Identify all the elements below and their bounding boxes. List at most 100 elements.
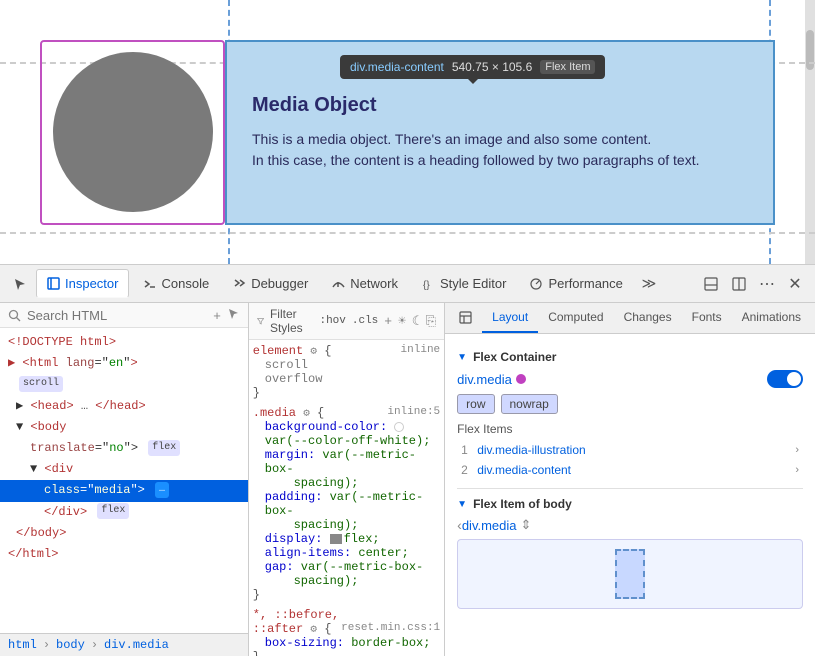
tab-computed[interactable]: Computed <box>538 303 613 333</box>
triangle-icon: ▼ <box>457 352 467 363</box>
add-rule-icon[interactable]: + <box>384 314 392 329</box>
tab-style-editor-label: Style Editor <box>440 276 506 291</box>
media-circle <box>53 52 213 212</box>
tree-item-body-attrs[interactable]: translate="no"> flex <box>0 438 248 459</box>
more-tools-icon[interactable]: ≫ <box>637 272 661 296</box>
cls-toggle[interactable]: .cls <box>352 315 378 327</box>
flex-item-2[interactable]: 2 div.media-content › <box>457 460 803 480</box>
tree-item-html[interactable]: ▶ <html lang="en"> <box>0 353 248 374</box>
layout-content: ▼ Flex Container div.media row nowrap Fl… <box>445 334 815 656</box>
divider <box>457 488 803 489</box>
tree-item-html-close[interactable]: </html> <box>0 544 248 565</box>
devtools-panel: Inspector Console Debugger Network {} St… <box>0 265 815 656</box>
flex-item-of-body-header: ▼ Flex Item of body <box>457 497 803 511</box>
hover-toggle[interactable]: :hov <box>319 315 345 327</box>
flex-item-of-body-label: Flex Item of body <box>473 497 572 511</box>
tab-performance[interactable]: Performance <box>520 270 632 297</box>
tab-inspector[interactable]: Inspector <box>36 269 129 298</box>
flex-container-row: div.media <box>457 370 803 388</box>
tab-network-label: Network <box>350 276 398 291</box>
tree-item-body-close[interactable]: </body> <box>0 523 248 544</box>
flex-toggle[interactable] <box>767 370 803 388</box>
flex-item-2-name: div.media-content <box>477 463 571 477</box>
tree-item-head[interactable]: ▶ <head> … </head> <box>0 396 248 417</box>
flex-item-2-arrow: › <box>795 464 799 476</box>
devtools-toolbar: Inspector Console Debugger Network {} St… <box>0 265 815 303</box>
tree-item-div-close[interactable]: </div> flex <box>0 502 248 523</box>
preview-scrollbar[interactable] <box>805 0 815 265</box>
light-dark-icon[interactable]: ☀ <box>398 314 406 329</box>
tree-item-doctype[interactable]: <!DOCTYPE html> <box>0 332 248 353</box>
flex-select-icon: ⇕ <box>521 517 532 533</box>
pointer-icon[interactable] <box>8 272 32 296</box>
breadcrumb-html[interactable]: html <box>8 638 37 652</box>
search-input[interactable] <box>27 308 207 323</box>
night-icon[interactable]: ☾ <box>412 314 420 329</box>
tab-network[interactable]: Network <box>322 270 408 297</box>
dock-icon[interactable] <box>699 272 723 296</box>
tree-item-body[interactable]: ▼ <body <box>0 417 248 438</box>
tooltip-class: div.media-content <box>350 60 444 74</box>
toolbar-right: ⋯ ✕ <box>699 272 807 296</box>
tooltip-badge: Flex Item <box>540 60 595 74</box>
flex-item-1-arrow: › <box>795 444 799 456</box>
flex-visual <box>457 539 803 609</box>
flex-badges: row nowrap <box>457 394 803 414</box>
overflow-icon[interactable]: ⋯ <box>755 272 779 296</box>
pick-element-icon[interactable] <box>227 307 240 323</box>
css-styles-panel: Filter Styles :hov .cls + ☀ ☾ ⎘ element … <box>249 303 445 656</box>
svg-text:{}: {} <box>423 280 430 290</box>
tab-console[interactable]: Console <box>133 270 219 297</box>
flex-element-label: div.media <box>457 372 526 387</box>
layout-panel: Layout Computed Changes Fonts Animations… <box>445 303 815 656</box>
flex-item-1[interactable]: 1 div.media-illustration › <box>457 440 803 460</box>
tab-layout-icon[interactable] <box>449 304 482 333</box>
media-illustration <box>40 40 225 225</box>
flex-item-1-name: div.media-illustration <box>477 443 586 457</box>
tab-style-editor[interactable]: {} Style Editor <box>412 270 516 297</box>
devtools-main: + <!DOCTYPE html> ▶ <html lang="en"> scr… <box>0 303 815 656</box>
tree-item-div[interactable]: ▼ <div <box>0 459 248 480</box>
tab-changes[interactable]: Changes <box>614 303 682 333</box>
css-content: element ⚙ { inline scroll overflow } .me… <box>249 340 444 656</box>
tab-fonts[interactable]: Fonts <box>682 303 732 333</box>
html-inspector-panel: + <!DOCTYPE html> ▶ <html lang="en"> scr… <box>0 303 249 656</box>
undock-icon[interactable] <box>727 272 751 296</box>
media-heading: Media Object <box>252 94 748 117</box>
filter-icon <box>257 315 264 327</box>
tab-console-label: Console <box>161 276 209 291</box>
breadcrumb-div-media[interactable]: div.media <box>104 638 169 652</box>
tab-debugger[interactable]: Debugger <box>223 270 318 297</box>
css-rule-element: element ⚙ { inline scroll overflow } <box>253 344 440 400</box>
layout-tabs: Layout Computed Changes Fonts Animations <box>445 303 815 334</box>
flex-nav-row: ‹ div.media ⇕ <box>457 517 803 533</box>
search-bar: + <box>0 303 248 328</box>
flex-dot <box>516 374 526 384</box>
tree-item-div-media[interactable]: class="media"> … <box>0 480 248 501</box>
preview-content: Media Object This is a media object. The… <box>0 0 815 264</box>
triangle-icon-2: ▼ <box>457 499 467 510</box>
html-tree: <!DOCTYPE html> ▶ <html lang="en"> scrol… <box>0 328 248 633</box>
tab-performance-label: Performance <box>548 276 622 291</box>
element-tooltip: div.media-content 540.75 × 105.6 Flex It… <box>340 55 605 79</box>
tab-animations[interactable]: Animations <box>732 303 811 333</box>
flex-badge-nowrap[interactable]: nowrap <box>501 394 558 414</box>
breadcrumb-bar: html › body › div.media <box>0 633 248 656</box>
filter-bar: Filter Styles :hov .cls + ☀ ☾ ⎘ <box>249 303 444 340</box>
close-icon[interactable]: ✕ <box>783 272 807 296</box>
flex-container-header: ▼ Flex Container <box>457 350 803 364</box>
flex-items-header: Flex Items <box>457 422 803 436</box>
flex-badge-row[interactable]: row <box>457 394 494 414</box>
flex-current-element: div.media ⇕ <box>462 517 532 533</box>
flex-current-name: div.media <box>462 518 517 533</box>
preview-area: div.media-content 540.75 × 105.6 Flex It… <box>0 0 815 265</box>
css-rule-reset: *, ::before,::after ⚙ { reset.min.css:1 … <box>253 608 440 656</box>
breadcrumb-body[interactable]: body <box>56 638 85 652</box>
tree-item-scroll[interactable]: scroll <box>0 374 248 395</box>
tab-layout[interactable]: Layout <box>482 303 538 333</box>
scrollbar-thumb[interactable] <box>806 30 814 70</box>
filter-label: Filter Styles <box>270 307 308 335</box>
media-para1: This is a media object. There's an image… <box>252 129 748 150</box>
add-node-icon[interactable]: + <box>213 308 221 323</box>
copy-icon[interactable]: ⎘ <box>426 314 436 329</box>
